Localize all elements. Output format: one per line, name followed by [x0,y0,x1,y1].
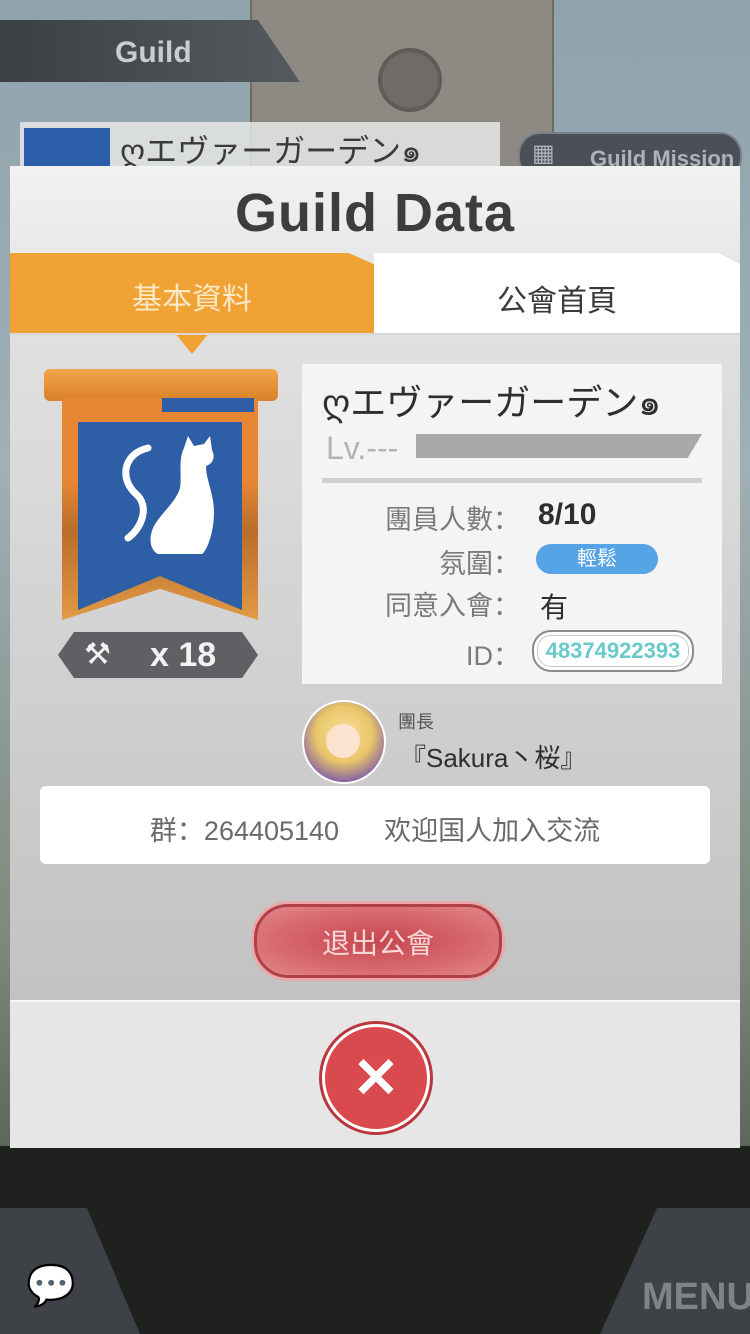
leader-name: 『Sakura丶桜』 [400,743,587,773]
tab-guild-home-label[interactable]: 公會首頁 [374,276,740,320]
guild-name: ღエヴァーガーデン๑ [322,382,662,423]
approval-value: 有 [540,592,569,623]
leave-guild-label[interactable]: 退出公會 [254,922,502,962]
active-tab-pointer [174,332,210,354]
members-value: 8/10 [538,498,597,531]
info-divider [322,478,702,483]
guild-id: 48374922393 [532,630,694,672]
leader-label: 團長 [398,712,434,732]
guild-level: Lv.--- [326,430,399,466]
guild-data-modal: Guild Data 基本資料 公會首頁 ⚒ x 18 ღエヴァーガーデン๑ L… [10,166,740,1148]
level-progress-bar [416,434,702,458]
menu-label: MENU [642,1276,750,1318]
tab-divider [10,333,740,335]
emblem-notch [162,398,254,412]
tab-basic-info-label[interactable]: 基本資料 [10,274,374,318]
guild-nav-title: Guild [115,36,192,69]
members-label: 團員人數： [385,505,520,535]
guild-message: 群：264405140 欢迎国人加入交流 [149,816,601,846]
hammer-count: x 18 [150,636,217,674]
close-icon[interactable]: ✕ [322,1024,430,1132]
mood-label: 氛圍： [439,549,520,579]
id-label: ID： [466,641,520,671]
mood-badge: 輕鬆 [536,544,658,574]
rose-window [378,48,442,112]
hammer-icon: ⚒ [84,638,111,671]
cat-icon [122,436,214,554]
chat-icon: 💬 [26,1264,76,1308]
modal-title: Guild Data [234,183,516,243]
grid-icon: ▦ [532,140,555,167]
emblem-rod [44,369,278,401]
approval-label: 同意入會： [385,591,520,621]
avatar-face [326,724,360,758]
background-emblem [24,128,110,168]
